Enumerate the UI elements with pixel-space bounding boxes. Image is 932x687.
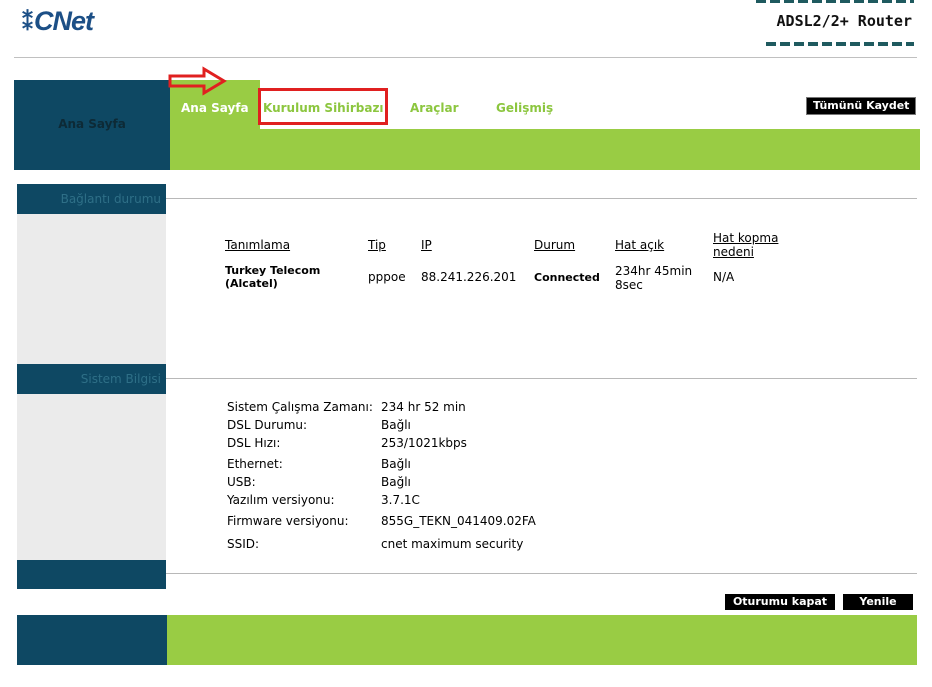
logo-text: CNet (34, 6, 94, 36)
connection-section-label: Bağlantı durumu (60, 192, 161, 206)
header-tip[interactable]: Tip (368, 238, 386, 252)
header-ip[interactable]: IP (421, 238, 432, 252)
system-label-uptime: Sistem Çalışma Zamanı: (227, 400, 373, 414)
header-durum[interactable]: Durum (534, 238, 575, 252)
system-section-label: Sistem Bilgisi (80, 372, 161, 386)
header-dash-decoration-bottom (766, 42, 914, 46)
refresh-button[interactable]: Yenile (843, 594, 913, 610)
connection-ip: 88.241.226.201 (421, 270, 517, 284)
router-title: ADSL2/2+ Router (776, 12, 912, 30)
connection-uptime: 234hr 45min 8sec (615, 264, 693, 292)
system-value-dsl-status: Bağlı (381, 418, 411, 432)
header-tanimlama[interactable]: Tanımlama (225, 238, 290, 252)
connection-side-panel (17, 214, 166, 364)
system-label-dsl-status: DSL Durumu: (227, 418, 308, 432)
tab-araclar[interactable]: Araçlar (410, 101, 459, 115)
system-divider (166, 378, 917, 379)
nav-left-label: Ana Sayfa (58, 117, 126, 131)
save-all-button[interactable]: Tümünü Kaydet (806, 97, 917, 115)
connection-type: pppoe (368, 270, 406, 284)
system-label-ethernet: Ethernet: (227, 457, 283, 471)
connection-status: Connected (534, 271, 600, 284)
system-label-software: Yazılım versiyonu: (227, 493, 335, 507)
system-value-ssid: cnet maximum security (381, 537, 524, 551)
highlight-box (258, 88, 388, 125)
red-arrow-icon (168, 66, 227, 96)
connection-reason: N/A (713, 270, 735, 284)
header-divider (14, 57, 917, 58)
header-hat-kopma-nedeni[interactable]: Hat kopma nedeni (713, 231, 793, 259)
logout-button[interactable]: Oturumu kapat (725, 594, 835, 610)
system-side-panel (17, 394, 166, 560)
system-value-firmware: 855G_TEKN_041409.02FA (381, 514, 536, 528)
nav-green-band (170, 129, 920, 170)
tab-ana-sayfa[interactable]: Ana Sayfa (181, 101, 249, 115)
bottom-divider (166, 573, 917, 574)
system-value-uptime: 234 hr 52 min (381, 400, 466, 414)
system-side-footer (17, 560, 166, 589)
system-value-dsl-speed: 253/1021kbps (381, 436, 467, 450)
system-value-usb: Bağlı (381, 475, 411, 489)
cnet-logo: ⁑CNet (22, 6, 94, 37)
footer-dark-panel (17, 615, 167, 665)
system-label-ssid: SSID: (227, 537, 260, 551)
header-hat-acik[interactable]: Hat açık (615, 238, 664, 252)
logo-mark-icon: ⁑ (22, 10, 33, 35)
system-value-software: 3.7.1C (381, 493, 420, 507)
header-dash-decoration-top (756, 0, 914, 3)
connection-divider (166, 198, 917, 199)
footer-green-band (167, 615, 917, 665)
system-value-ethernet: Bağlı (381, 457, 411, 471)
system-label-dsl-speed: DSL Hızı: (227, 436, 281, 450)
system-label-usb: USB: (227, 475, 256, 489)
connection-name: Turkey Telecom (Alcatel) (225, 264, 321, 290)
system-label-firmware: Firmware versiyonu: (227, 514, 349, 528)
tab-gelismis[interactable]: Gelişmiş (496, 101, 553, 115)
